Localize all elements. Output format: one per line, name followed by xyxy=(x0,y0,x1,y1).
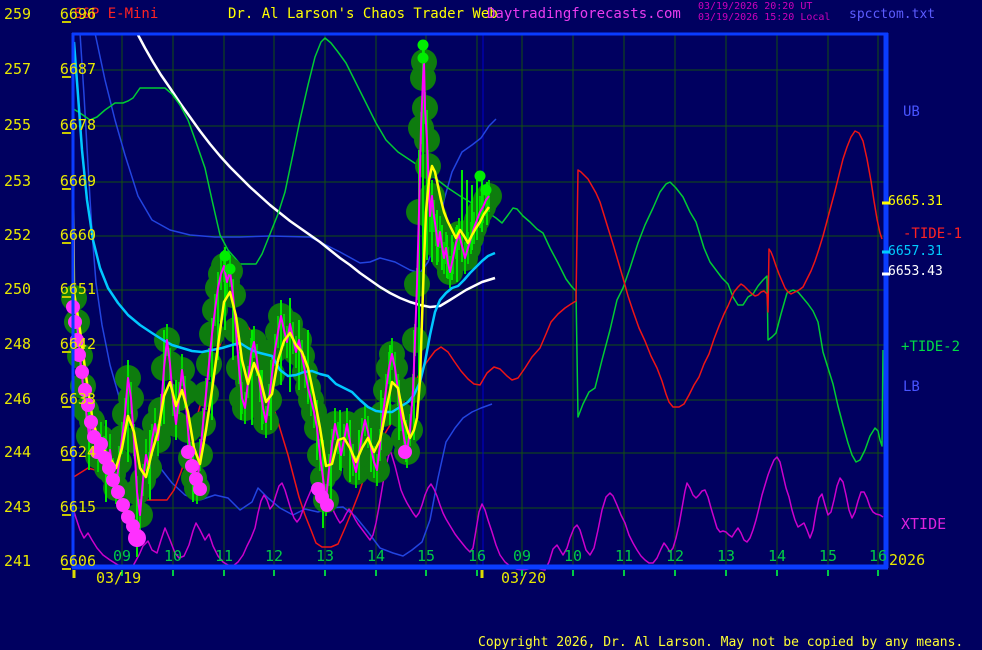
time-axis-label: 15 xyxy=(413,549,439,564)
price-axis-label: 2416606 xyxy=(4,554,96,569)
time-axis-label: 14 xyxy=(764,549,790,564)
time-axis-label: 12 xyxy=(261,549,287,564)
time-axis-label: 10 xyxy=(560,549,586,564)
price-axis-label: 2486642 xyxy=(4,337,96,352)
time-axis-label: 11 xyxy=(211,549,237,564)
date-label: 03/20 xyxy=(501,571,546,586)
time-axis-label: 15 xyxy=(815,549,841,564)
price-axis-label: 2466633 xyxy=(4,392,96,407)
time-axis-label: 10 xyxy=(160,549,186,564)
chaos-trader-chart-page: S&P E-Mini Dr. Al Larson's Chaos Trader … xyxy=(0,0,982,650)
right-margin-label: UB xyxy=(903,105,920,119)
time-axis-label: 09 xyxy=(509,549,535,564)
right-margin-label: -TIDE-1 xyxy=(903,227,962,241)
right-margin-label: XTIDE xyxy=(901,517,946,532)
right-margin-label: LB xyxy=(903,380,920,394)
time-axis-label: 13 xyxy=(713,549,739,564)
time-axis-label: 13 xyxy=(312,549,338,564)
time-axis-label: 14 xyxy=(363,549,389,564)
time-axis-label: 12 xyxy=(662,549,688,564)
right-margin-label: 6657.31 xyxy=(888,245,943,258)
price-axis-label: 2436615 xyxy=(4,500,96,515)
year-label: 2026 xyxy=(889,553,925,568)
time-axis-label: 16 xyxy=(464,549,490,564)
right-margin-label: 6653.43 xyxy=(888,265,943,278)
right-margin-label: +TIDE-2 xyxy=(901,340,960,354)
price-axis-label: 2526660 xyxy=(4,228,96,243)
date-label: 03/19 xyxy=(96,571,141,586)
price-axis-label: 2506651 xyxy=(4,282,96,297)
sell-signal-dot-big xyxy=(128,529,146,547)
price-axis-label: 2556678 xyxy=(4,118,96,133)
price-axis-label: 2536669 xyxy=(4,174,96,189)
price-axis-label: 2576687 xyxy=(4,62,96,77)
time-axis-label: 09 xyxy=(109,549,135,564)
right-margin-label: 6665.31 xyxy=(888,195,943,208)
time-axis-label: 16 xyxy=(865,549,891,564)
price-axis-label: 2446624 xyxy=(4,445,96,460)
price-axis-label: 2596696 xyxy=(4,7,96,22)
copyright-text: Copyright 2026, Dr. Al Larson. May not b… xyxy=(478,636,963,649)
time-axis-label: 11 xyxy=(611,549,637,564)
